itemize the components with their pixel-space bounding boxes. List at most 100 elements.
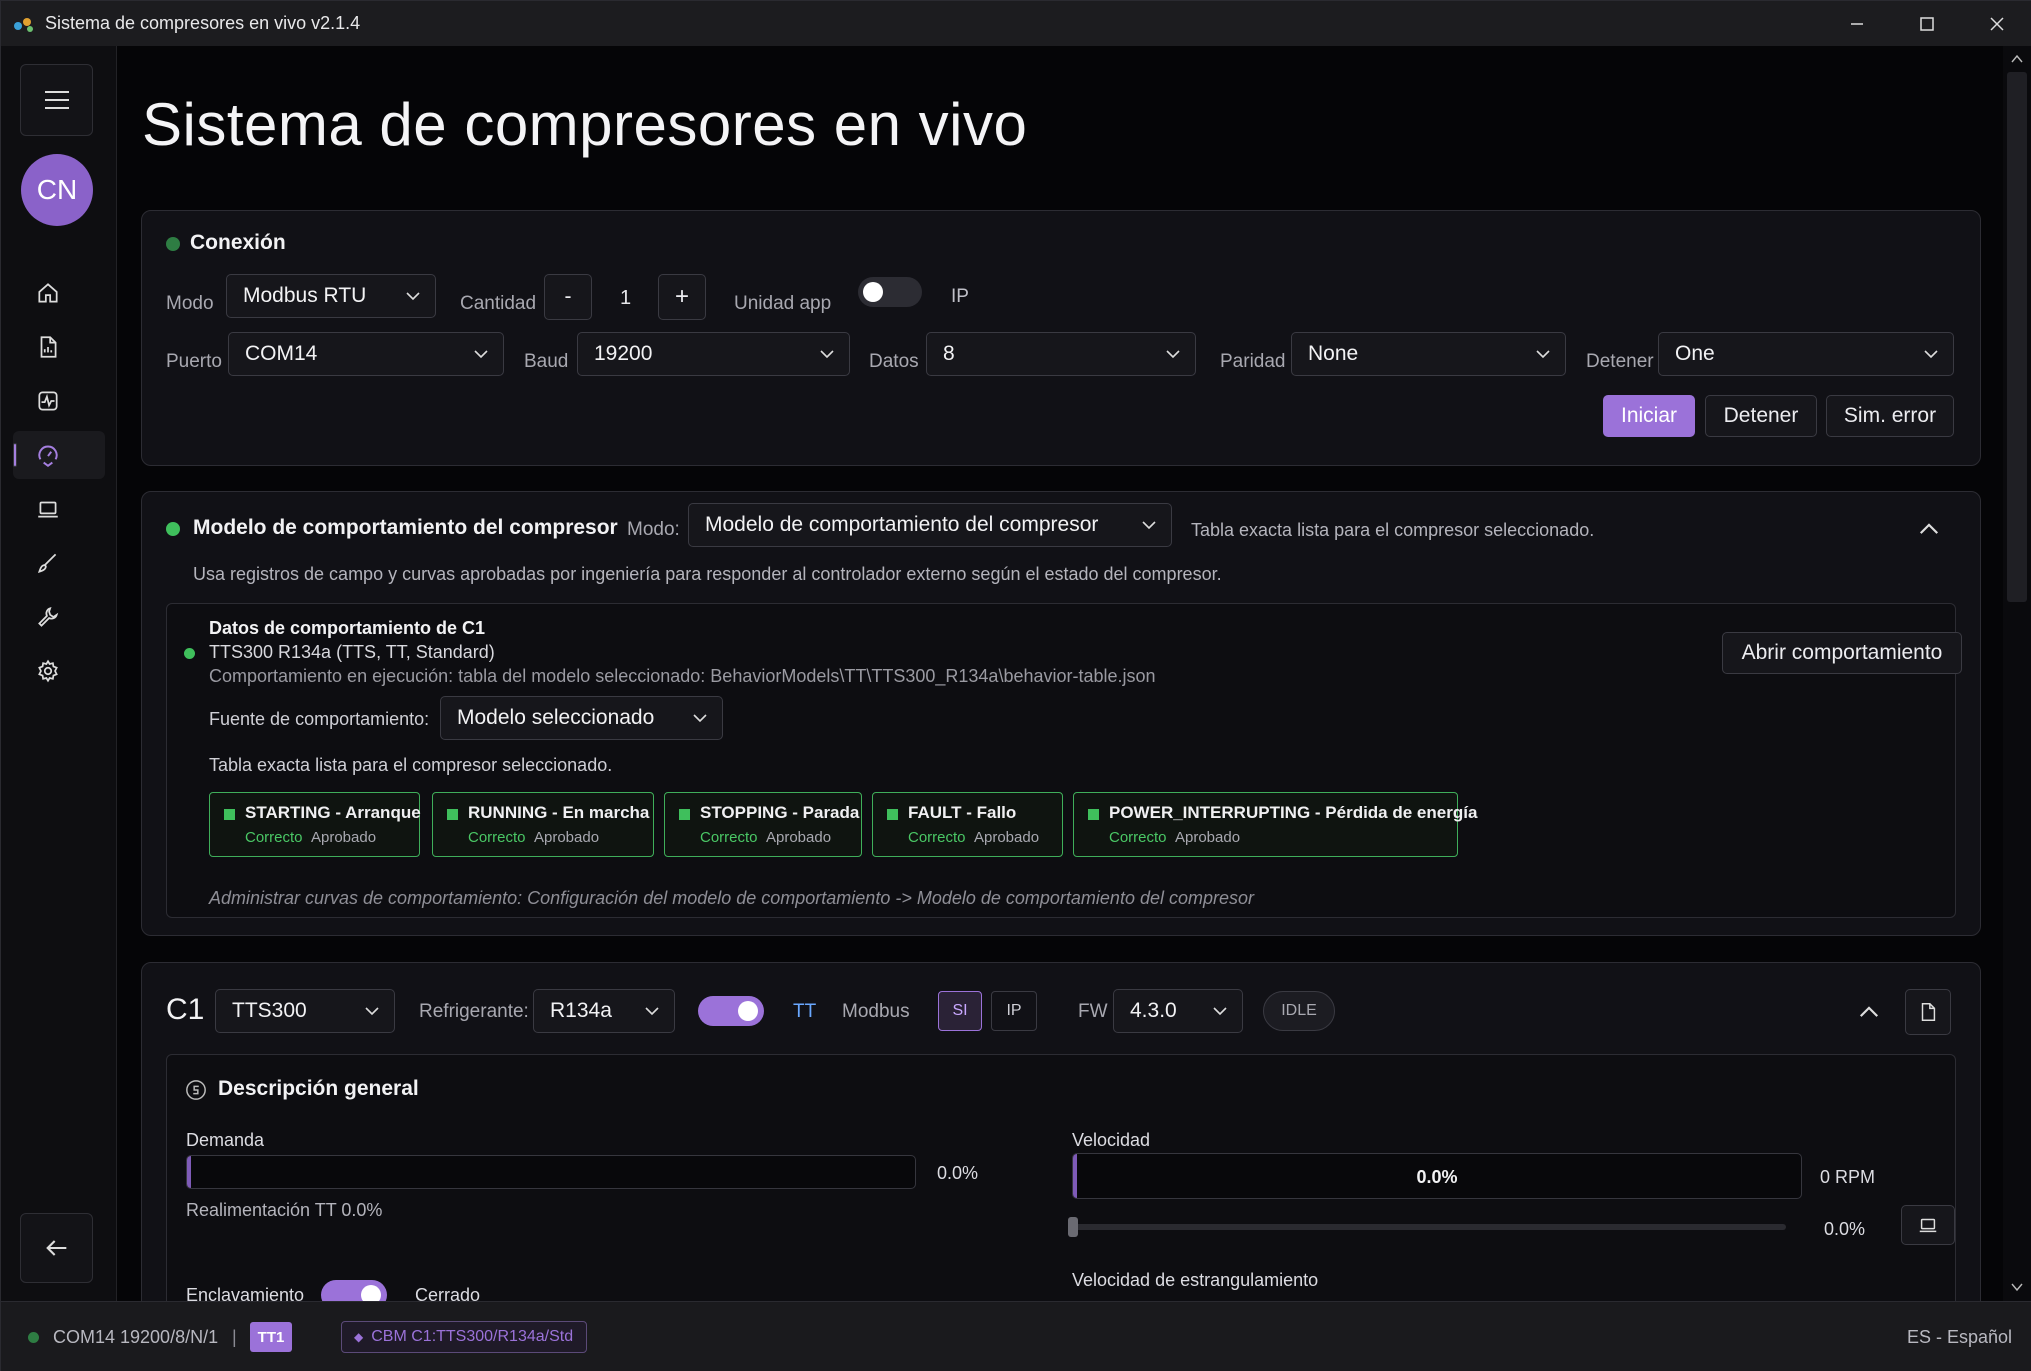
app-logo-icon bbox=[13, 15, 35, 33]
baud-value: 19200 bbox=[594, 342, 653, 365]
behavior-mode-value: Modelo de comportamiento del compresor bbox=[705, 513, 1099, 536]
state-power-interrupting[interactable]: POWER_INTERRUPTING - Pérdida de energía C… bbox=[1073, 792, 1477, 857]
back-button[interactable] bbox=[20, 1213, 93, 1283]
behavior-table-note: Tabla exacta lista para el compresor sel… bbox=[1191, 520, 1595, 540]
quantity-decrement-button[interactable]: - bbox=[544, 274, 592, 320]
start-button[interactable]: Iniciar bbox=[1603, 395, 1695, 437]
modbus-ip-button[interactable]: IP bbox=[991, 991, 1037, 1031]
home-icon bbox=[38, 283, 58, 303]
unit-app-toggle[interactable] bbox=[858, 277, 922, 307]
behavior-source-select[interactable]: Modelo seleccionado bbox=[440, 696, 723, 740]
tt-toggle[interactable] bbox=[698, 996, 764, 1026]
title-bar: Sistema de compresores en vivo v2.1.4 bbox=[1, 1, 2031, 46]
state-stopping[interactable]: STOPPING - Parada Correcto Aprobado bbox=[664, 792, 862, 857]
wrench-icon bbox=[38, 607, 59, 627]
collapse-behavior-button[interactable] bbox=[1918, 518, 1940, 540]
page-title: Sistema de compresores en vivo bbox=[142, 91, 1028, 158]
minimize-button[interactable] bbox=[1822, 1, 1892, 46]
behavior-model-line: TTS300 R134a (TTS, TT, Standard) bbox=[209, 642, 495, 662]
connection-title: Conexión bbox=[190, 231, 286, 254]
brush-icon bbox=[37, 553, 57, 574]
mode-select[interactable]: Modbus RTU bbox=[226, 274, 436, 318]
nav-design[interactable] bbox=[1, 539, 117, 587]
chevron-down-icon bbox=[365, 1007, 379, 1016]
scrollbar-thumb[interactable] bbox=[2007, 72, 2027, 602]
behavior-description: Usa registros de campo y curvas aprobada… bbox=[193, 564, 1222, 584]
window-title: Sistema de compresores en vivo v2.1.4 bbox=[45, 13, 361, 33]
ip-label: IP bbox=[951, 286, 969, 307]
data-bits-label: Datos bbox=[869, 351, 919, 372]
state-starting[interactable]: STARTING - Arranque Correcto Aprobado bbox=[209, 792, 421, 857]
refrigerant-label: Refrigerante: bbox=[419, 1001, 529, 1022]
status-bar: COM14 19200/8/N/1 | TT1 ◆ CBM C1:TTS300/… bbox=[1, 1301, 2031, 1371]
chevron-up-icon bbox=[1859, 1006, 1879, 1017]
nav-activity[interactable] bbox=[1, 377, 117, 425]
refrigerant-select[interactable]: R134a bbox=[533, 989, 675, 1033]
chevron-down-icon bbox=[406, 292, 420, 301]
chevron-down-icon bbox=[645, 1007, 659, 1016]
cbm-chip[interactable]: ◆ CBM C1:TTS300/R134a/Std bbox=[341, 1321, 587, 1353]
stop-bits-select[interactable]: One bbox=[1658, 332, 1954, 376]
unit-app-label: Unidad app bbox=[734, 293, 832, 314]
behavior-table-ready: Tabla exacta lista para el compresor sel… bbox=[209, 755, 613, 775]
app-window: Sistema de compresores en vivo v2.1.4 CN bbox=[0, 0, 2031, 1371]
scroll-down-icon[interactable] bbox=[2011, 1282, 2023, 1292]
parity-select[interactable]: None bbox=[1291, 332, 1566, 376]
avatar[interactable]: CN bbox=[21, 154, 93, 226]
behavior-source-value: Modelo seleccionado bbox=[457, 706, 655, 729]
stop-button[interactable]: Detener bbox=[1705, 395, 1817, 437]
nav-home[interactable] bbox=[1, 269, 117, 317]
speed-bar: 0.0% bbox=[1072, 1153, 1802, 1199]
behavior-admin-note: Administrar curvas de comportamiento: Co… bbox=[209, 888, 1255, 908]
document-icon bbox=[1921, 1003, 1936, 1021]
nav-reports[interactable] bbox=[1, 323, 117, 371]
chevron-down-icon bbox=[474, 350, 488, 359]
nav-live-compressors[interactable] bbox=[1, 431, 117, 479]
maximize-button[interactable] bbox=[1892, 1, 1962, 46]
state-fault[interactable]: FAULT - Fallo Correcto Aprobado bbox=[872, 792, 1063, 857]
chevron-down-icon bbox=[820, 350, 834, 359]
mode-value: Modbus RTU bbox=[243, 284, 367, 307]
chevron-down-icon bbox=[1142, 521, 1156, 530]
modbus-si-button[interactable]: SI bbox=[938, 991, 982, 1031]
latch-toggle[interactable] bbox=[321, 1280, 387, 1301]
chevron-down-icon bbox=[1924, 350, 1938, 359]
state-running[interactable]: RUNNING - En marcha Correcto Aprobado bbox=[432, 792, 654, 857]
open-behavior-button[interactable]: Abrir comportamiento bbox=[1722, 632, 1962, 674]
tt-badge[interactable]: TT1 bbox=[250, 1322, 292, 1352]
status-badge: IDLE bbox=[1263, 991, 1335, 1031]
firmware-select[interactable]: 4.3.0 bbox=[1113, 989, 1243, 1033]
speed-rpm: 0 RPM bbox=[1820, 1167, 1876, 1187]
quantity-increment-button[interactable]: + bbox=[658, 274, 706, 320]
collapse-compressor-button[interactable] bbox=[1858, 1001, 1880, 1023]
data-bits-value: 8 bbox=[943, 342, 955, 365]
speed-display-button[interactable] bbox=[1901, 1205, 1955, 1245]
compressor-card: C1 TTS300 Refrigerante: R134a TT Modbus … bbox=[141, 962, 1981, 1301]
compressor-model-value: TTS300 bbox=[232, 999, 307, 1022]
nav-tools[interactable] bbox=[1, 593, 117, 641]
nav-settings[interactable] bbox=[1, 647, 117, 695]
parity-label: Paridad bbox=[1220, 351, 1286, 372]
speed-slider-track[interactable] bbox=[1072, 1224, 1786, 1230]
modbus-label: Modbus bbox=[842, 1001, 910, 1022]
simulate-error-button[interactable]: Sim. error bbox=[1826, 395, 1954, 437]
speed-slider-handle[interactable] bbox=[1068, 1217, 1078, 1237]
language-selector[interactable]: ES - Español bbox=[1907, 1327, 2012, 1348]
activity-icon bbox=[38, 391, 58, 411]
nav-devices[interactable] bbox=[1, 485, 117, 533]
compressor-model-select[interactable]: TTS300 bbox=[215, 989, 395, 1033]
diamond-icon: ◆ bbox=[354, 1330, 364, 1344]
demand-bar-fill bbox=[187, 1156, 191, 1188]
overview-icon bbox=[186, 1080, 206, 1100]
menu-toggle-button[interactable] bbox=[20, 64, 93, 136]
scroll-up-icon[interactable] bbox=[2011, 54, 2023, 64]
close-button[interactable] bbox=[1962, 1, 2031, 46]
baud-select[interactable]: 19200 bbox=[577, 332, 850, 376]
port-select[interactable]: COM14 bbox=[228, 332, 504, 376]
export-document-button[interactable] bbox=[1905, 989, 1951, 1035]
behavior-mode-select[interactable]: Modelo de comportamiento del compresor bbox=[688, 503, 1172, 547]
behavior-status-dot bbox=[166, 522, 180, 536]
data-bits-select[interactable]: 8 bbox=[926, 332, 1196, 376]
page-scrollbar[interactable] bbox=[2003, 46, 2031, 1301]
port-status-dot bbox=[28, 1332, 39, 1343]
